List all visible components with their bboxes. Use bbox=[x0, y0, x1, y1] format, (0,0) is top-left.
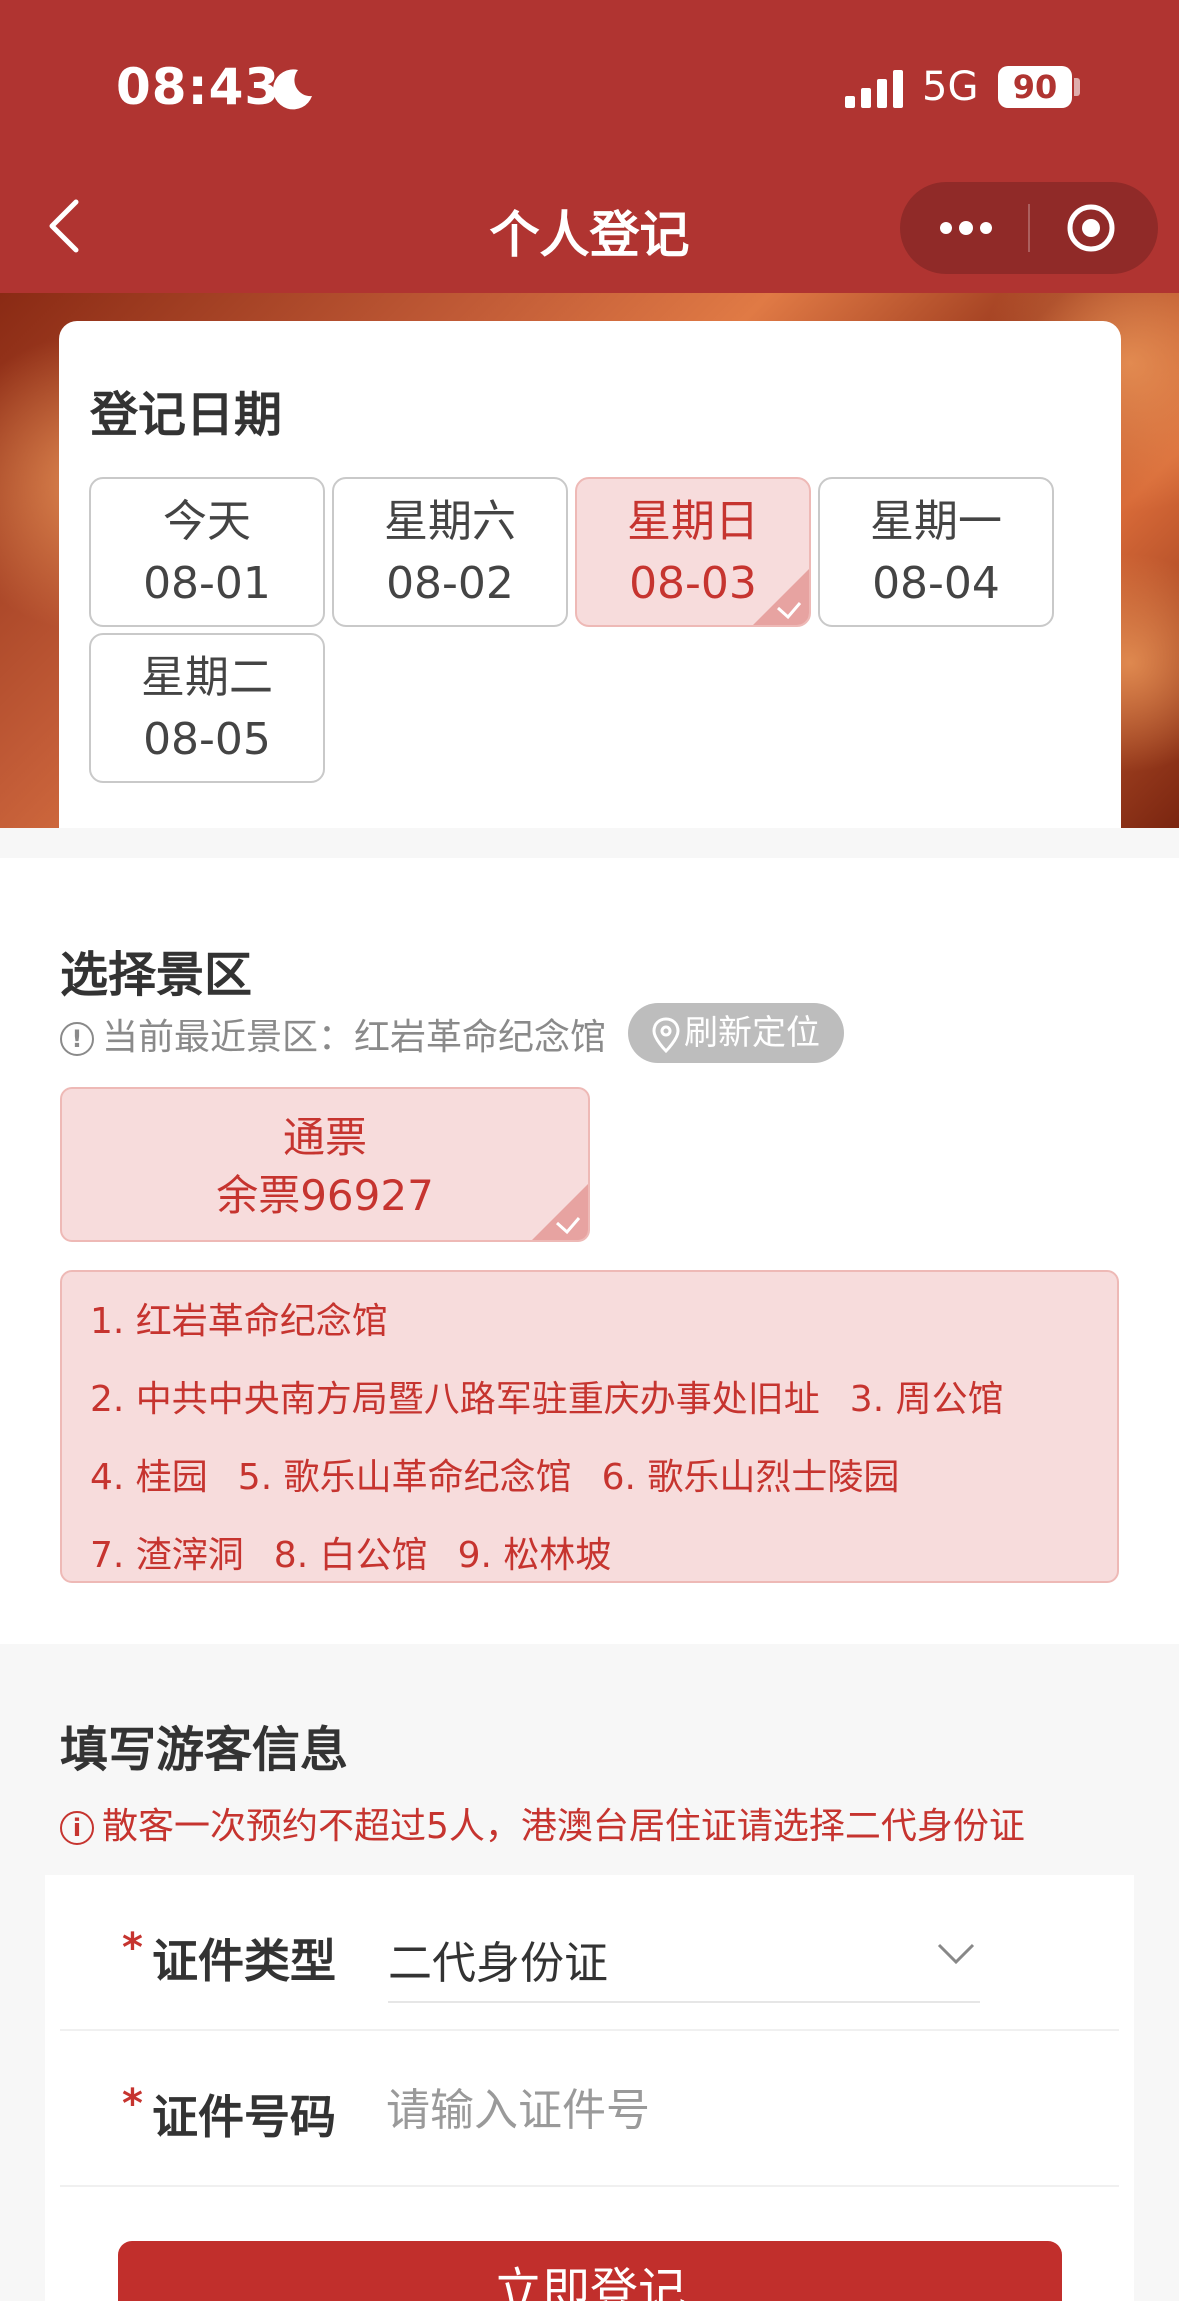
date-day: 星期一 bbox=[870, 496, 1002, 547]
nearest-hint-text: 当前最近景区：红岩革命纪念馆 bbox=[102, 1017, 607, 1058]
spot-item: 3. 周公馆 bbox=[849, 1379, 1004, 1420]
spot-item: 7. 渣滓洞 bbox=[90, 1535, 244, 1576]
id-number-input[interactable] bbox=[386, 2075, 1086, 2145]
refresh-label: 刷新定位 bbox=[684, 1013, 820, 1053]
spot-item: 8. 白公馆 bbox=[273, 1535, 428, 1576]
spot-item: 2. 中共中央南方局暨八路军驻重庆办事处旧址 bbox=[90, 1379, 820, 1420]
date-value: 08-04 bbox=[872, 558, 1000, 609]
check-icon bbox=[555, 1217, 581, 1235]
spot-item: 1. 红岩革命纪念馆 bbox=[90, 1301, 388, 1342]
scenic-section-title: 选择景区 bbox=[60, 947, 253, 1003]
target-icon[interactable] bbox=[1065, 202, 1117, 254]
network-type: 5G bbox=[922, 64, 979, 110]
date-option-0803[interactable]: 星期日 08-03 bbox=[575, 477, 811, 627]
spot-item: 5. 歌乐山革命纪念馆 bbox=[237, 1457, 572, 1498]
date-option-0802[interactable]: 星期六 08-02 bbox=[332, 477, 568, 627]
info-icon: i bbox=[60, 1811, 94, 1845]
refresh-location-button[interactable]: 刷新定位 bbox=[628, 1003, 844, 1063]
id-type-row[interactable]: * 证件类型 二代身份证 bbox=[60, 1875, 1119, 2031]
date-value: 08-01 bbox=[143, 558, 271, 609]
required-mark: * bbox=[122, 2081, 143, 2127]
spot-item: 6. 歌乐山烈士陵园 bbox=[601, 1457, 900, 1498]
id-number-row: * 证件号码 bbox=[60, 2031, 1119, 2187]
submit-button[interactable]: 立即登记 bbox=[118, 2241, 1062, 2301]
spot-item: 9. 松林坡 bbox=[457, 1535, 612, 1576]
date-day: 星期二 bbox=[141, 652, 273, 703]
location-pin-icon bbox=[652, 1016, 680, 1053]
more-dots-icon[interactable] bbox=[936, 214, 996, 242]
visitor-warning-row: i 散客一次预约不超过5人，港澳台居住证请选择二代身份证 bbox=[60, 1797, 1025, 1849]
id-type-select[interactable]: 二代身份证 bbox=[388, 1927, 608, 1991]
battery-tip bbox=[1074, 78, 1080, 96]
date-value: 08-05 bbox=[143, 714, 271, 765]
battery-level: 90 bbox=[998, 66, 1072, 108]
required-mark: * bbox=[122, 1925, 143, 1971]
date-option-0805[interactable]: 星期二 08-05 bbox=[89, 633, 325, 783]
visitor-section-title: 填写游客信息 bbox=[60, 1722, 349, 1778]
id-number-label: 证件号码 bbox=[152, 2090, 336, 2144]
chevron-down-icon[interactable] bbox=[936, 1941, 976, 1967]
id-type-label: 证件类型 bbox=[152, 1934, 336, 1988]
moon-icon bbox=[273, 69, 312, 110]
check-icon bbox=[776, 602, 802, 620]
date-day: 今天 bbox=[163, 496, 251, 547]
info-icon: ! bbox=[60, 1022, 94, 1056]
status-time: 08:43 bbox=[116, 58, 281, 116]
ticket-name: 通票 bbox=[282, 1113, 367, 1162]
select-underline bbox=[388, 2001, 980, 2003]
date-option-0804[interactable]: 星期一 08-04 bbox=[818, 477, 1054, 627]
scenic-spots-list: 1. 红岩革命纪念馆 2. 中共中央南方局暨八路军驻重庆办事处旧址 3. 周公馆 … bbox=[60, 1270, 1119, 1583]
visitor-warning-text: 散客一次预约不超过5人，港澳台居住证请选择二代身份证 bbox=[102, 1806, 1025, 1847]
date-value: 08-02 bbox=[386, 558, 514, 609]
signal-icon bbox=[845, 70, 903, 108]
top-bar: 08:43 5G 90 个人登记 bbox=[0, 0, 1179, 293]
ticket-option-pass[interactable]: 通票 余票96927 bbox=[60, 1087, 590, 1242]
ticket-remaining: 余票96927 bbox=[216, 1171, 434, 1220]
date-section-title: 登记日期 bbox=[90, 387, 283, 443]
visitor-form: * 证件类型 二代身份证 * 证件号码 bbox=[45, 1875, 1134, 2301]
date-day: 星期日 bbox=[627, 496, 759, 547]
nearest-hint-row: ! 当前最近景区：红岩革命纪念馆 bbox=[60, 1008, 606, 1060]
date-day: 星期六 bbox=[384, 496, 516, 547]
mini-program-capsule bbox=[900, 182, 1158, 274]
date-option-0801[interactable]: 今天 08-01 bbox=[89, 477, 325, 627]
capsule-divider bbox=[1028, 204, 1030, 252]
spot-item: 4. 桂园 bbox=[90, 1457, 208, 1498]
